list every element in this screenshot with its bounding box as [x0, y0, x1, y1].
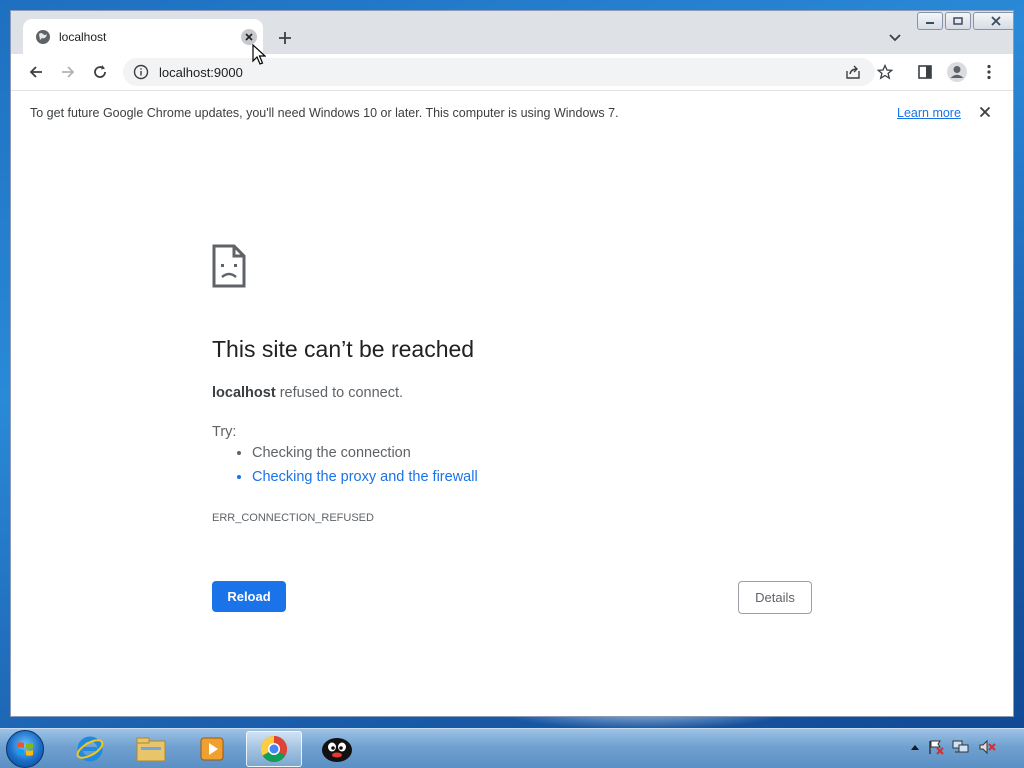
back-arrow-icon[interactable]	[24, 60, 48, 84]
info-icon[interactable]	[133, 64, 149, 80]
windows-taskbar	[0, 728, 1024, 768]
suggestion-check-proxy-firewall-link[interactable]: Checking the proxy and the firewall	[252, 465, 478, 489]
error-page: This site can’t be reached localhost ref…	[11, 136, 1013, 716]
volume-muted-icon[interactable]	[978, 739, 996, 755]
globe-icon	[35, 29, 51, 45]
error-description-text: refused to connect.	[279, 385, 404, 401]
infobar-message: To get future Google Chrome updates, you…	[30, 106, 619, 120]
suggestions-list: Checking the connection Checking the pro…	[212, 441, 478, 489]
address-bar[interactable]	[123, 58, 875, 86]
suggestion-check-connection: Checking the connection	[252, 441, 478, 465]
chrome-icon[interactable]	[246, 731, 302, 767]
restore-icon[interactable]	[945, 12, 971, 30]
error-host: localhost	[212, 385, 276, 401]
chevron-down-icon[interactable]	[883, 26, 907, 50]
profile-icon[interactable]	[945, 60, 969, 84]
error-description: localhost refused to connect.	[212, 385, 403, 401]
tab-strip: localhost	[11, 11, 1013, 54]
mouse-cursor-icon	[252, 43, 267, 66]
kebab-menu-icon[interactable]	[977, 60, 1001, 84]
penguin-app-icon[interactable]	[309, 731, 365, 767]
window-controls	[917, 12, 1013, 30]
browser-toolbar	[11, 54, 1013, 90]
star-icon[interactable]	[873, 60, 897, 84]
learn-more-link[interactable]: Learn more	[897, 106, 961, 120]
close-icon[interactable]	[977, 104, 993, 120]
windows-start-icon[interactable]	[6, 730, 44, 768]
plus-icon[interactable]	[273, 26, 297, 50]
show-hidden-icons-arrow[interactable]	[910, 743, 920, 751]
page-title: This site can’t be reached	[212, 336, 475, 362]
reload-icon[interactable]	[88, 60, 112, 84]
file-explorer-icon[interactable]	[123, 731, 179, 767]
internet-explorer-icon[interactable]	[62, 731, 118, 767]
side-panel-icon[interactable]	[913, 60, 937, 84]
system-tray	[910, 739, 1004, 755]
tab-title: localhost	[59, 29, 107, 44]
network-icon[interactable]	[952, 739, 970, 755]
tab-localhost[interactable]: localhost	[23, 19, 263, 54]
share-icon[interactable]	[841, 60, 865, 84]
details-button[interactable]: Details	[738, 581, 812, 614]
media-player-icon[interactable]	[184, 731, 240, 767]
update-infobar: To get future Google Chrome updates, you…	[11, 90, 1013, 137]
close-icon[interactable]	[973, 12, 1013, 30]
sad-page-icon	[212, 244, 246, 288]
error-code: ERR_CONNECTION_REFUSED	[212, 512, 374, 524]
try-label: Try:	[212, 424, 237, 440]
chrome-window: localhost localhost:9000 To get future G…	[10, 10, 1014, 717]
forward-arrow-icon[interactable]	[56, 60, 80, 84]
url-input[interactable]	[159, 64, 799, 80]
reload-button[interactable]: Reload	[212, 581, 286, 612]
action-center-flag-icon[interactable]	[928, 739, 944, 755]
close-icon[interactable]	[241, 28, 257, 45]
minimize-icon[interactable]	[917, 12, 943, 30]
